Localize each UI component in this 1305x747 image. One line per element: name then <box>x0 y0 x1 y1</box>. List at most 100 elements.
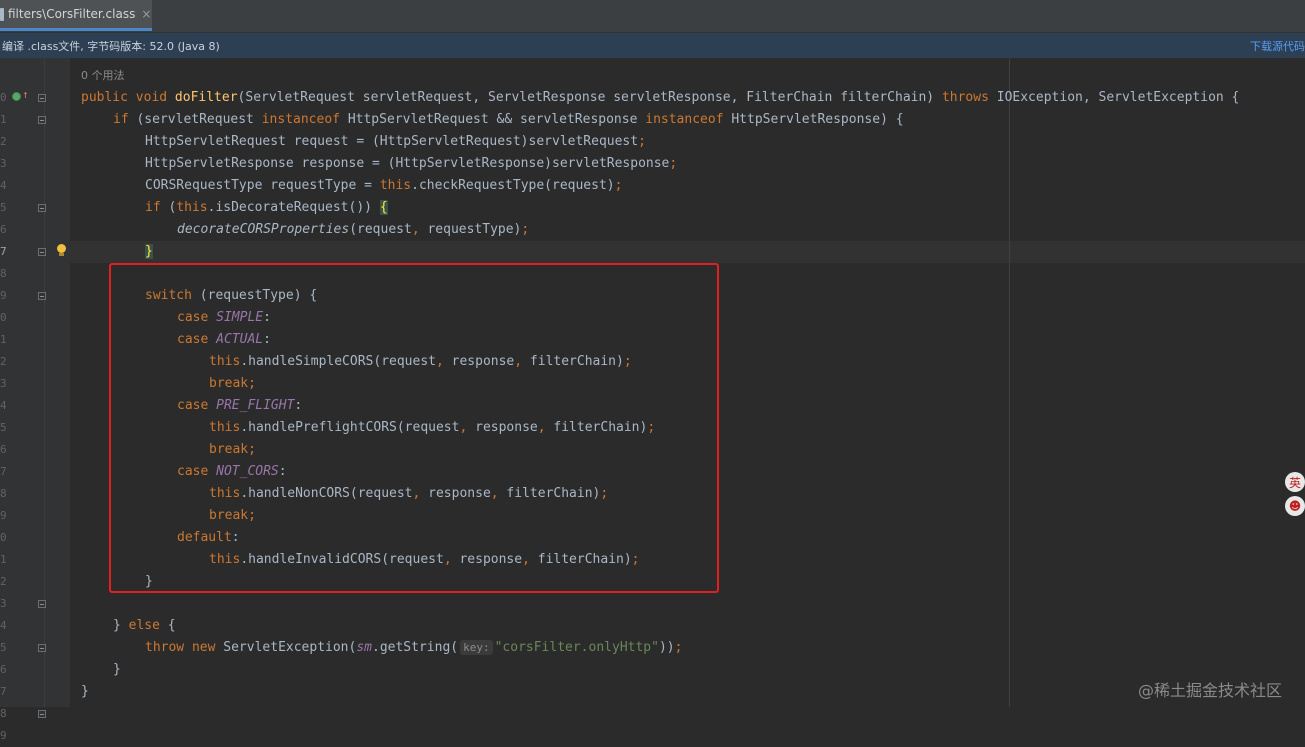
fold-toggle-icon[interactable] <box>38 292 46 300</box>
watermark: @稀土掘金技术社区 <box>1138 681 1283 700</box>
line-number: 7 <box>0 465 7 478</box>
editor-tab-bar: filters\CorsFilter.class × <box>0 0 1305 33</box>
decompiled-info-banner: 编译 .class文件, 字节码版本: 52.0 (Java 8) 下载源代码 <box>0 33 1305 58</box>
gutter-row: 8 <box>0 483 44 505</box>
line-number: 9 <box>0 509 7 522</box>
gutter-row: 5 <box>0 637 46 659</box>
gutter-row: 5 <box>0 197 46 219</box>
line-number: 0 <box>0 311 7 324</box>
gutter-row <box>0 65 44 87</box>
gutter-row: 6 <box>0 439 44 461</box>
code-line: if (servletRequest instanceof HttpServle… <box>113 112 904 127</box>
gutter-row: 3 <box>0 593 46 615</box>
code-line: public void doFilter(ServletRequest serv… <box>81 90 1240 105</box>
gutter-row: 5 <box>0 417 44 439</box>
line-number: 8 <box>0 267 7 280</box>
right-margin-guide <box>1009 58 1010 707</box>
gutter-row: 8 <box>0 703 46 725</box>
line-number: 4 <box>0 179 7 192</box>
fold-toggle-icon[interactable] <box>38 116 46 124</box>
usage-count-hint[interactable]: 0 个用法 <box>81 69 125 82</box>
line-number: 7 <box>0 245 7 258</box>
code-line: CORSRequestType requestType = this.check… <box>145 178 623 193</box>
code-line: } else { <box>113 618 176 633</box>
fold-toggle-icon[interactable] <box>38 94 46 102</box>
line-number: 1 <box>0 553 7 566</box>
code-line: if (this.isDecorateRequest()) { <box>145 200 388 215</box>
line-number: 1 <box>0 333 7 346</box>
fold-toggle-icon[interactable] <box>38 204 46 212</box>
parameter-name-hint: key: <box>460 640 493 655</box>
code-line: HttpServletRequest request = (HttpServle… <box>145 134 646 149</box>
code-line: throw new ServletException(sm.getString(… <box>145 640 683 655</box>
gutter-row: 9 <box>0 505 44 527</box>
language-toggle-widget[interactable]: 英 <box>1285 472 1305 492</box>
line-number: 4 <box>0 399 7 412</box>
bytecode-version-text: 编译 .class文件, 字节码版本: 52.0 (Java 8) <box>2 39 220 53</box>
gutter-row: 2 <box>0 571 44 593</box>
lightbulb-icon[interactable] <box>56 244 67 257</box>
code-line: } <box>113 662 121 677</box>
gutter-separator <box>44 58 45 707</box>
gutter-row: 3 <box>0 153 44 175</box>
line-number: 2 <box>0 575 7 588</box>
code-line: 0 个用法 <box>81 65 125 87</box>
gutter-row: 0 <box>0 307 44 329</box>
code-editor[interactable]: 0 ↑ 1 2 3 4 5 6 7 8 9 0 1 2 3 4 5 6 7 8 9 0 1 2 3 4 5 6 7 8 9 0 个用法 pu… <box>0 58 1305 742</box>
line-number: 6 <box>0 223 7 236</box>
line-number: 9 <box>0 289 7 302</box>
line-number: 3 <box>0 597 7 610</box>
code-line: } <box>145 244 153 259</box>
line-number: 7 <box>0 685 7 698</box>
gutter-row: 7 <box>0 681 44 703</box>
override-arrow-icon[interactable]: ↑ <box>22 89 29 101</box>
switch-block-highlight-box <box>109 263 719 593</box>
tab-label: filters\CorsFilter.class <box>8 7 136 21</box>
gutter-row: 4 <box>0 395 44 417</box>
gutter-row: 9 <box>0 285 46 307</box>
line-number: 3 <box>0 377 7 390</box>
fold-toggle-icon[interactable] <box>38 600 46 608</box>
line-number: 4 <box>0 619 7 632</box>
gutter-row: 0 ↑ <box>0 87 46 109</box>
mascot-widget[interactable]: ☻ <box>1285 496 1305 516</box>
line-number: 1 <box>0 113 7 126</box>
line-number: 8 <box>0 487 7 500</box>
tab-corsfilter-class[interactable]: filters\CorsFilter.class × <box>0 0 152 31</box>
gutter-row: 2 <box>0 131 44 153</box>
line-number: 9 <box>0 729 7 742</box>
line-number: 6 <box>0 443 7 456</box>
line-number: 8 <box>0 707 7 720</box>
gutter-row: 9 <box>0 725 44 747</box>
line-number: 5 <box>0 641 7 654</box>
gutter-row: 7 <box>0 461 44 483</box>
fold-toggle-icon[interactable] <box>38 644 46 652</box>
code-line: HttpServletResponse response = (HttpServ… <box>145 156 678 171</box>
gutter-row: 6 <box>0 659 44 681</box>
current-line-highlight <box>70 241 1305 263</box>
line-number: 5 <box>0 421 7 434</box>
gutter-row: 4 <box>0 615 44 637</box>
download-sources-link[interactable]: 下载源代码 <box>1250 38 1305 54</box>
close-icon[interactable]: × <box>141 7 151 21</box>
fold-toggle-icon[interactable] <box>38 710 46 718</box>
gutter-row: 1 <box>0 109 46 131</box>
class-file-icon <box>0 7 4 21</box>
gutter-row: 1 <box>0 549 44 571</box>
gutter-row: 4 <box>0 175 44 197</box>
gutter-row: 6 <box>0 219 44 241</box>
line-number: 2 <box>0 355 7 368</box>
line-number: 0 <box>0 91 7 104</box>
gutter-row: 3 <box>0 373 44 395</box>
implements-method-icon[interactable] <box>12 92 21 101</box>
gutter-row: 8 <box>0 263 44 285</box>
code-line: decorateCORSProperties(request, requestT… <box>177 222 530 237</box>
gutter-row: 1 <box>0 329 44 351</box>
line-number: 6 <box>0 663 7 676</box>
gutter-row: 7 <box>0 241 66 263</box>
line-number: 3 <box>0 157 7 170</box>
fold-toggle-icon[interactable] <box>38 248 46 256</box>
line-number: 2 <box>0 135 7 148</box>
line-number: 0 <box>0 531 7 544</box>
gutter-row: 0 <box>0 527 44 549</box>
